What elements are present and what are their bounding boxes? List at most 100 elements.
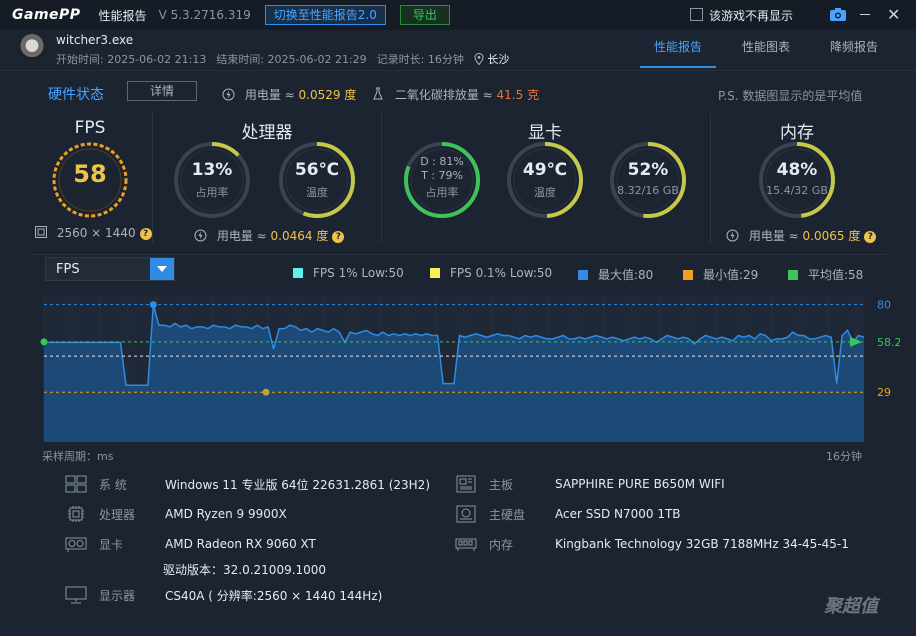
- tab-performance-chart[interactable]: 性能图表: [728, 32, 804, 68]
- location-pin-icon: [474, 52, 484, 66]
- co2-value: 41.5 克: [496, 88, 540, 102]
- memory-power-value: 0.0065 度: [802, 229, 861, 243]
- sysinfo-label: 显卡: [99, 537, 124, 552]
- windows-icon: [65, 475, 87, 493]
- tab-throttle-report[interactable]: 降频报告: [816, 32, 892, 68]
- legend-label: FPS 0.1% Low:50: [450, 266, 553, 280]
- chart-divider: [30, 254, 886, 255]
- end-time: 结束时间: 2025-06-02 21:29: [216, 53, 367, 66]
- sysinfo-value: CS40A ( 分辨率:2560 × 1440 144Hz): [165, 588, 383, 603]
- legend-item: 最大值:80: [578, 266, 653, 283]
- city-name: 长沙: [487, 53, 510, 66]
- resolution-value: 2560 × 1440: [56, 226, 136, 240]
- min-line-label: 29: [877, 386, 891, 399]
- power-icon: [726, 229, 739, 242]
- co2-label: 二氧化碳排放量 ≈: [394, 88, 493, 102]
- memory-usage-gauge: 48% 15.4/32 GB: [757, 140, 837, 220]
- gpu-usage-label: 占用率: [425, 186, 459, 199]
- avg-line-label: 58.28: [877, 336, 900, 349]
- disk-icon: [456, 505, 476, 523]
- sysinfo-disk: 主硬盘 Acer SSD N7000 1TB: [455, 505, 681, 523]
- help-icon[interactable]: ?: [864, 231, 877, 243]
- game-logo-icon: [18, 33, 46, 61]
- hardware-status-title: 硬件状态: [48, 87, 104, 103]
- metric-select[interactable]: FPS: [45, 257, 175, 281]
- gpu-temp-value: 49℃: [522, 160, 568, 180]
- sysinfo-monitor: 显示器 CS40A ( 分辨率:2560 × 1440 144Hz): [65, 586, 382, 604]
- sysinfo-driver: 驱动版本：32.0.21009.1000: [163, 561, 326, 578]
- sysinfo-label: 主硬盘: [489, 507, 526, 522]
- report-tabs: 性能报告 性能图表 降频报告: [640, 32, 904, 68]
- chevron-down-icon[interactable]: [150, 258, 174, 280]
- help-icon[interactable]: ?: [139, 228, 152, 240]
- sysinfo-label: 显示器: [99, 588, 136, 603]
- sysinfo-os: 系 统 Windows 11 专业版 64位 22631.2861 (23H2): [65, 475, 430, 493]
- cpu-icon: [68, 506, 84, 522]
- power-icon: [194, 229, 207, 242]
- tab-performance-report[interactable]: 性能报告: [640, 32, 716, 68]
- cpu-power: 用电量 ≈ 0.0464 度?: [194, 227, 345, 244]
- details-button[interactable]: 详情: [127, 81, 197, 101]
- average-note: P.S. 数据图显示的是平均值: [718, 89, 863, 103]
- section-divider: [381, 113, 382, 243]
- sysinfo-label: 系 统: [99, 477, 127, 492]
- version-label: V 5.3.2716.319: [158, 8, 251, 22]
- export-button[interactable]: 导出: [399, 5, 450, 25]
- gpu-usage-t: T : 79%: [421, 169, 463, 182]
- game-name: witcher3.exe: [56, 33, 134, 47]
- sysinfo-memory: 内存 Kingbank Technology 32GB 7188MHz 34-4…: [455, 535, 849, 553]
- max-marker: [149, 301, 157, 309]
- gauge-inner-ring: [513, 148, 577, 212]
- resolution: 2560 × 1440?: [35, 226, 152, 240]
- gpu-usage-gauge: D : 81% T : 79% 占用率: [402, 140, 482, 220]
- avg-marker: [40, 338, 48, 346]
- co2-icon: [373, 87, 383, 100]
- legend-item: 平均值:58: [788, 266, 863, 283]
- no-show-checkbox[interactable]: [690, 8, 703, 21]
- sysinfo-label: 内存: [489, 537, 514, 552]
- sysinfo-value: AMD Radeon RX 9060 XT: [165, 537, 316, 551]
- legend-item: FPS 0.1% Low:50: [430, 266, 552, 280]
- max-line-label: 80: [877, 299, 891, 312]
- gauge-inner-ring: [285, 148, 349, 212]
- total-power: 用电量 ≈ 0.0529 度: [222, 86, 356, 103]
- legend-swatch: [430, 268, 440, 278]
- monitor-icon: [65, 586, 87, 604]
- minimize-icon[interactable]: [860, 14, 870, 15]
- gpu-temp-gauge: 49℃ 温度: [505, 140, 585, 220]
- app-logo: GamePP: [12, 7, 81, 23]
- total-power-value: 0.0529 度: [298, 88, 357, 102]
- metric-select-value: FPS: [56, 262, 80, 277]
- memory-power-label: 用电量 ≈: [748, 229, 799, 243]
- total-power-label: 用电量 ≈: [244, 88, 295, 102]
- gauge-inner-ring: [180, 148, 244, 212]
- sysinfo-value: AMD Ryzen 9 9900X: [165, 507, 287, 521]
- sysinfo-value: SAPPHIRE PURE B650M WIFI: [555, 477, 725, 491]
- section-divider: [152, 113, 153, 243]
- gpu-icon: [65, 537, 87, 552]
- switch-report-button[interactable]: 切换至性能报告2.0: [264, 5, 386, 25]
- watermark-logo: 聚超值: [824, 596, 878, 617]
- legend-swatch: [683, 269, 693, 280]
- sysinfo-cpu: 处理器 AMD Ryzen 9 9900X: [65, 505, 287, 523]
- close-icon[interactable]: ✕: [887, 5, 900, 24]
- gpu-memory-gauge: 52% 8.32/16 GB: [608, 140, 688, 220]
- help-icon[interactable]: ?: [332, 231, 345, 243]
- duration: 记录时长: 16分钟: [376, 53, 464, 66]
- memory-power: 用电量 ≈ 0.0065 度?: [726, 227, 877, 244]
- memory-usage-value: 48%: [776, 160, 818, 180]
- legend-label: 最大值:80: [598, 268, 654, 282]
- camera-icon[interactable]: [830, 8, 846, 21]
- memory-usage-label: 15.4/32 GB: [766, 184, 828, 197]
- cpu-usage-label: 占用率: [195, 186, 229, 199]
- fps-chart: 80 58.28 29: [40, 296, 900, 442]
- gpu-usage-d: D : 81%: [420, 155, 464, 168]
- sysinfo-label: 主板: [489, 477, 514, 492]
- gpu-memory-label: 8.32/16 GB: [617, 184, 679, 197]
- session-meta: 开始时间: 2025-06-02 21:13 结束时间: 2025-06-02 …: [56, 51, 509, 67]
- gpu-temp-label: 温度: [534, 186, 556, 199]
- cpu-temp-value: 56℃: [294, 160, 340, 180]
- fps-average-value: 58: [73, 160, 107, 188]
- sysinfo-value: Kingbank Technology 32GB 7188MHz 34-45-4…: [555, 537, 849, 551]
- legend-swatch: [788, 269, 798, 280]
